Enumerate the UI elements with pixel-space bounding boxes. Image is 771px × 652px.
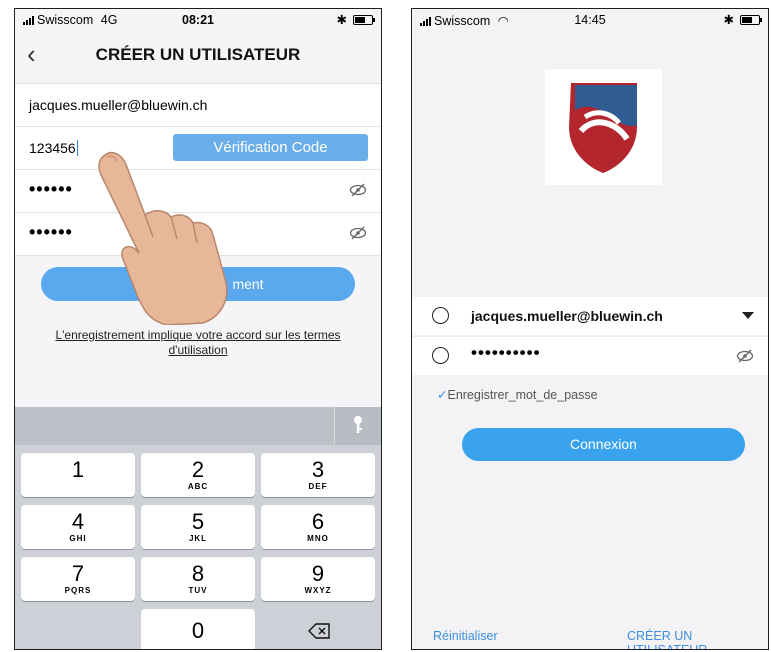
connexion-button[interactable]: Connexion	[462, 428, 745, 461]
reset-link[interactable]: Réinitialiser	[433, 629, 498, 643]
terms-link[interactable]: L'enregistrement implique votre accord s…	[31, 328, 365, 358]
password-value: ••••••••••	[471, 343, 541, 362]
remember-password-checkbox[interactable]: ✓Enregistrer_mot_de_passe	[437, 387, 598, 402]
key-5[interactable]: 5 JKL	[141, 505, 255, 549]
create-user-link[interactable]: CRÉER UN UTILISATEUR	[627, 629, 768, 649]
key-7[interactable]: 7 PQRS	[21, 557, 135, 601]
page-title: CRÉER UN UTILISATEUR	[95, 45, 301, 64]
password-field[interactable]: ••••••••••	[412, 336, 768, 375]
dropdown-arrow-icon[interactable]	[742, 312, 754, 319]
email-value: jacques.mueller@bluewin.ch	[471, 308, 663, 324]
key-3[interactable]: 3 DEF	[261, 453, 375, 497]
key-1[interactable]: 1	[21, 453, 135, 497]
backspace-icon[interactable]	[261, 609, 375, 649]
eye-slash-icon[interactable]	[736, 349, 754, 363]
key-2[interactable]: 2 ABC	[141, 453, 255, 497]
lock-icon	[432, 347, 449, 364]
eye-slash-icon[interactable]	[349, 226, 367, 240]
nav-bar: ‹ CRÉER UN UTILISATEUR	[15, 31, 381, 83]
keyboard-toolbar	[15, 407, 381, 445]
bluetooth-icon: ✱	[336, 13, 347, 27]
confirm-password-value: ••••••	[29, 222, 73, 242]
checkmark-icon: ✓	[437, 388, 448, 402]
status-bar: Swisscom ◠ 14:45 ✱	[412, 9, 768, 31]
battery-icon	[740, 14, 762, 25]
numeric-keyboard: 1 2 ABC 3 DEF 4 GHI 5 JKL 6 MNO 7 PQRS 8 TUV 9W…	[15, 407, 381, 649]
key-icon[interactable]	[334, 407, 381, 445]
key-4[interactable]: 4 GHI	[21, 505, 135, 549]
eye-slash-icon[interactable]	[349, 183, 367, 197]
create-user-screen: Swisscom 4G 08:21 ✱ ‹ CRÉER UN UTILISATE…	[14, 8, 382, 650]
user-icon	[432, 307, 449, 324]
key-6[interactable]: 6 MNO	[261, 505, 375, 549]
email-field[interactable]: jacques.mueller@bluewin.ch	[15, 84, 381, 127]
status-bar: Swisscom 4G 08:21 ✱	[15, 9, 381, 31]
key-8[interactable]: 8 TUV	[141, 557, 255, 601]
battery-icon	[353, 14, 375, 25]
app-logo	[545, 69, 662, 185]
password-value: ••••••	[29, 179, 73, 199]
key-9[interactable]: 9 WXYZ	[261, 557, 375, 601]
pointing-hand-icon	[98, 151, 228, 325]
email-value: jacques.mueller@bluewin.ch	[29, 97, 208, 113]
remember-label: Enregistrer_mot_de_passe	[447, 388, 598, 402]
code-value: 123456	[29, 140, 78, 156]
status-time: 08:21	[182, 13, 214, 27]
email-field[interactable]: jacques.mueller@bluewin.ch	[412, 297, 768, 335]
login-screen: Swisscom ◠ 14:45 ✱ jacques.mueller@bluew…	[411, 8, 769, 650]
key-0[interactable]: 0	[141, 609, 255, 649]
status-time: 14:45	[574, 13, 606, 27]
bluetooth-icon: ✱	[723, 13, 734, 27]
